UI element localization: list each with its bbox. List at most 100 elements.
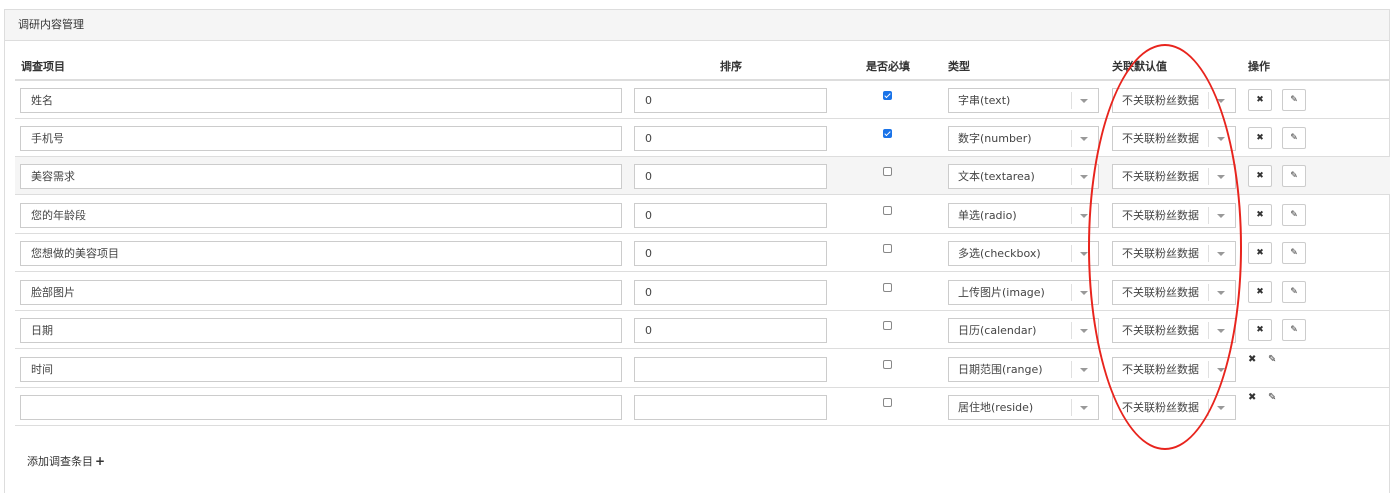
required-checkbox[interactable] bbox=[883, 360, 892, 369]
edit-button[interactable]: ✎ bbox=[1282, 89, 1306, 111]
edit-button[interactable]: ✎ bbox=[1282, 204, 1306, 226]
sort-input[interactable]: 0 bbox=[634, 203, 827, 228]
required-checkbox[interactable] bbox=[883, 206, 892, 215]
edit-button[interactable]: ✎ bbox=[1282, 127, 1306, 149]
edit-icon: ✎ bbox=[1290, 248, 1298, 258]
edit-button[interactable]: ✎ bbox=[1282, 165, 1306, 187]
chevron-down-icon bbox=[1217, 252, 1225, 256]
default-value-select[interactable]: 不关联粉丝数据 bbox=[1112, 395, 1236, 420]
delete-button[interactable]: ✖ bbox=[1248, 204, 1272, 226]
sort-input[interactable]: 0 bbox=[634, 88, 827, 113]
delete-button[interactable]: ✖ bbox=[1248, 354, 1256, 365]
sort-input[interactable]: 0 bbox=[634, 241, 827, 266]
sort-input[interactable]: 0 bbox=[634, 318, 827, 343]
item-name-input[interactable]: 手机号 bbox=[20, 126, 622, 151]
default-value-select[interactable]: 不关联粉丝数据 bbox=[1112, 164, 1236, 189]
item-name-input[interactable]: 您的年龄段 bbox=[20, 203, 622, 228]
select-divider bbox=[1071, 207, 1072, 224]
default-value-select[interactable]: 不关联粉丝数据 bbox=[1112, 126, 1236, 151]
type-select-value: 多选(checkbox) bbox=[958, 247, 1041, 260]
chevron-down-icon bbox=[1080, 329, 1088, 333]
required-checkbox[interactable] bbox=[883, 283, 892, 292]
edit-button[interactable]: ✎ bbox=[1268, 392, 1276, 403]
type-select-value: 文本(textarea) bbox=[958, 170, 1035, 183]
close-icon: ✖ bbox=[1256, 95, 1264, 105]
type-select[interactable]: 单选(radio) bbox=[948, 203, 1099, 228]
delete-button[interactable]: ✖ bbox=[1248, 242, 1272, 264]
item-name-input[interactable]: 您想做的美容项目 bbox=[20, 241, 622, 266]
item-name-input[interactable]: 日期 bbox=[20, 318, 622, 343]
type-select[interactable]: 多选(checkbox) bbox=[948, 241, 1099, 266]
chevron-down-icon bbox=[1080, 291, 1088, 295]
type-select[interactable]: 日期范围(range) bbox=[948, 357, 1099, 382]
edit-icon: ✎ bbox=[1290, 171, 1298, 181]
required-checkbox[interactable] bbox=[883, 129, 892, 138]
required-checkbox[interactable] bbox=[883, 398, 892, 407]
default-value-select[interactable]: 不关联粉丝数据 bbox=[1112, 280, 1236, 305]
delete-button[interactable]: ✖ bbox=[1248, 319, 1272, 341]
column-header-required: 是否必填 bbox=[866, 60, 910, 73]
edit-icon: ✎ bbox=[1268, 354, 1277, 365]
required-checkbox[interactable] bbox=[883, 91, 892, 100]
edit-icon: ✎ bbox=[1268, 392, 1277, 403]
default-value-select-value: 不关联粉丝数据 bbox=[1122, 247, 1199, 260]
default-value-select[interactable]: 不关联粉丝数据 bbox=[1112, 318, 1236, 343]
required-checkbox[interactable] bbox=[883, 244, 892, 253]
default-value-select-value: 不关联粉丝数据 bbox=[1122, 324, 1199, 337]
type-select[interactable]: 文本(textarea) bbox=[948, 164, 1099, 189]
close-icon: ✖ bbox=[1256, 133, 1264, 143]
edit-icon: ✎ bbox=[1290, 95, 1298, 105]
chevron-down-icon bbox=[1080, 99, 1088, 103]
type-select[interactable]: 字串(text) bbox=[948, 88, 1099, 113]
type-select[interactable]: 上传图片(image) bbox=[948, 280, 1099, 305]
select-divider bbox=[1208, 130, 1209, 147]
delete-button[interactable]: ✖ bbox=[1248, 127, 1272, 149]
delete-button[interactable]: ✖ bbox=[1248, 165, 1272, 187]
type-select-value: 单选(radio) bbox=[958, 209, 1017, 222]
edit-button[interactable]: ✎ bbox=[1282, 319, 1306, 341]
item-name-input[interactable]: 美容需求 bbox=[20, 164, 622, 189]
required-checkbox[interactable] bbox=[883, 321, 892, 330]
select-divider bbox=[1071, 284, 1072, 301]
delete-button[interactable]: ✖ bbox=[1248, 281, 1272, 303]
select-divider bbox=[1071, 92, 1072, 109]
edit-icon: ✎ bbox=[1290, 325, 1298, 335]
close-icon: ✖ bbox=[1248, 354, 1257, 365]
default-value-select-value: 不关联粉丝数据 bbox=[1122, 401, 1199, 414]
type-select[interactable]: 居住地(reside) bbox=[948, 395, 1099, 420]
sort-input[interactable] bbox=[634, 357, 827, 382]
chevron-down-icon bbox=[1080, 368, 1088, 372]
plus-icon: + bbox=[95, 454, 106, 468]
sort-input[interactable]: 0 bbox=[634, 126, 827, 151]
sort-input[interactable] bbox=[634, 395, 827, 420]
edit-button[interactable]: ✎ bbox=[1282, 281, 1306, 303]
edit-button[interactable]: ✎ bbox=[1282, 242, 1306, 264]
add-survey-item-link[interactable]: 添加调查条目 + bbox=[27, 453, 105, 469]
table-row: 美容需求 0 文本(textarea) 不关联粉丝数据 ✖ ✎ bbox=[15, 157, 1390, 195]
sort-input[interactable]: 0 bbox=[634, 164, 827, 189]
column-header-operations: 操作 bbox=[1248, 60, 1270, 73]
default-value-select[interactable]: 不关联粉丝数据 bbox=[1112, 203, 1236, 228]
close-icon: ✖ bbox=[1248, 392, 1257, 403]
default-value-select[interactable]: 不关联粉丝数据 bbox=[1112, 88, 1236, 113]
sort-input[interactable]: 0 bbox=[634, 280, 827, 305]
delete-button[interactable]: ✖ bbox=[1248, 89, 1272, 111]
type-select[interactable]: 数字(number) bbox=[948, 126, 1099, 151]
default-value-select[interactable]: 不关联粉丝数据 bbox=[1112, 241, 1236, 266]
type-select-value: 日历(calendar) bbox=[958, 324, 1037, 337]
select-divider bbox=[1071, 245, 1072, 262]
default-value-select[interactable]: 不关联粉丝数据 bbox=[1112, 357, 1236, 382]
panel-title: 调研内容管理 bbox=[5, 10, 1389, 41]
edit-icon: ✎ bbox=[1290, 287, 1298, 297]
type-select[interactable]: 日历(calendar) bbox=[948, 318, 1099, 343]
item-name-input[interactable]: 脸部图片 bbox=[20, 280, 622, 305]
close-icon: ✖ bbox=[1256, 248, 1264, 258]
required-checkbox[interactable] bbox=[883, 167, 892, 176]
select-divider bbox=[1071, 399, 1072, 416]
item-name-input[interactable]: 姓名 bbox=[20, 88, 622, 113]
item-name-input[interactable] bbox=[20, 395, 622, 420]
delete-button[interactable]: ✖ bbox=[1248, 392, 1256, 403]
chevron-down-icon bbox=[1080, 214, 1088, 218]
item-name-input[interactable]: 时间 bbox=[20, 357, 622, 382]
edit-button[interactable]: ✎ bbox=[1268, 354, 1276, 365]
